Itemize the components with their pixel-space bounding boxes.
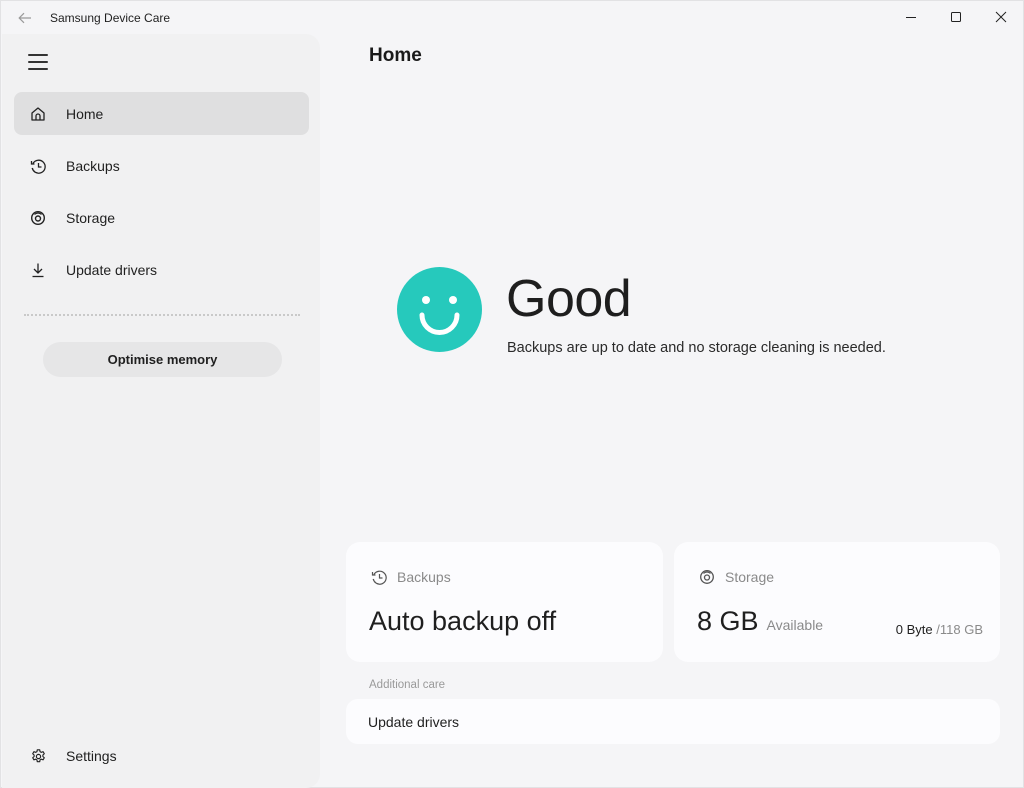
- gear-icon: [28, 746, 48, 766]
- download-icon: [28, 260, 48, 280]
- sidebar-item-storage[interactable]: Storage: [14, 196, 309, 239]
- sidebar: Home Backups Storage Update drivers Opti…: [2, 34, 320, 788]
- status-title: Good: [506, 270, 632, 328]
- storage-card[interactable]: Storage 8 GB Available 0 Byte /118 GB: [674, 542, 1000, 662]
- update-drivers-row[interactable]: Update drivers: [346, 699, 1000, 744]
- optimise-memory-button[interactable]: Optimise memory: [43, 342, 282, 377]
- sidebar-item-label: Settings: [66, 748, 117, 764]
- maximize-button[interactable]: [933, 1, 979, 33]
- hamburger-icon-bar: [28, 54, 48, 56]
- title-bar: Samsung Device Care: [1, 1, 1024, 35]
- hamburger-menu-button[interactable]: [26, 51, 50, 73]
- status-description: Backups are up to date and no storage cl…: [507, 340, 886, 356]
- storage-available-value: 8 GB: [697, 606, 759, 636]
- backups-card[interactable]: Backups Auto backup off: [346, 542, 663, 662]
- backups-card-label: Backups: [397, 569, 451, 585]
- minimize-icon: [906, 17, 916, 18]
- arrow-left-icon: [18, 12, 31, 24]
- sidebar-item-settings[interactable]: Settings: [14, 736, 309, 776]
- back-button[interactable]: [13, 7, 37, 29]
- close-button[interactable]: [978, 1, 1024, 33]
- storage-disc-icon: [28, 208, 48, 228]
- backup-history-icon: [28, 156, 48, 176]
- app-title: Samsung Device Care: [50, 11, 171, 25]
- storage-card-label: Storage: [725, 569, 775, 585]
- storage-used-value: 0 Byte: [895, 622, 933, 637]
- additional-care-heading: Additional care: [369, 679, 446, 691]
- storage-available-label: Available: [766, 617, 824, 633]
- maximize-icon: [951, 12, 961, 22]
- sidebar-item-label: Storage: [66, 210, 116, 226]
- home-icon: [28, 104, 48, 124]
- sidebar-divider: [24, 314, 300, 316]
- smiley-face-icon: [397, 267, 482, 352]
- sidebar-item-update-drivers[interactable]: Update drivers: [14, 248, 309, 291]
- backups-status-value: Auto backup off: [369, 606, 557, 636]
- backup-history-icon: [370, 568, 388, 586]
- sidebar-item-label: Update drivers: [66, 262, 158, 278]
- update-drivers-label: Update drivers: [368, 714, 460, 730]
- page-title: Home: [369, 45, 422, 66]
- sidebar-item-home[interactable]: Home: [14, 92, 309, 135]
- hamburger-icon-bar: [28, 68, 48, 70]
- close-icon: [995, 11, 1007, 23]
- storage-disc-icon: [698, 568, 716, 586]
- minimize-button[interactable]: [888, 1, 934, 33]
- sidebar-item-label: Backups: [66, 158, 120, 174]
- hamburger-icon-bar: [28, 61, 48, 63]
- sidebar-item-backups[interactable]: Backups: [14, 144, 309, 187]
- storage-total-value: /118 GB: [936, 622, 983, 637]
- sidebar-item-label: Home: [66, 106, 104, 122]
